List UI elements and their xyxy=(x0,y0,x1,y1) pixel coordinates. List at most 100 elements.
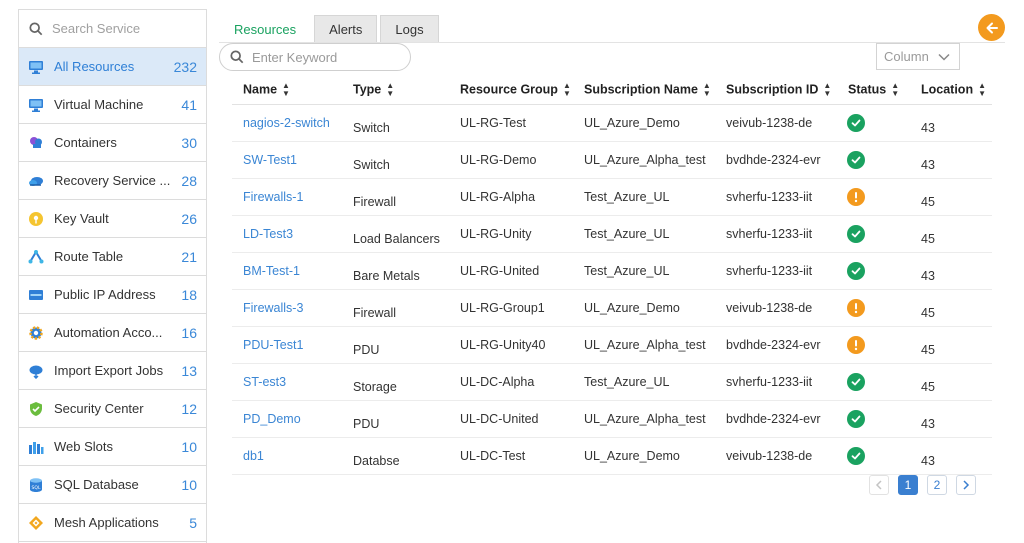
containers-cloud-icon xyxy=(28,135,44,151)
sort-icon: ▲ ▼ xyxy=(823,80,832,98)
resource-name-link[interactable]: ST-est3 xyxy=(243,375,286,389)
col-location[interactable]: Location ▲ ▼ xyxy=(910,76,992,105)
sql-database-icon: SQL xyxy=(28,477,44,493)
cell-resource-group: UL-DC-United xyxy=(449,400,573,438)
cell-status xyxy=(837,363,910,401)
back-button[interactable] xyxy=(978,14,1005,41)
resource-name-link[interactable]: BM-Test-1 xyxy=(243,264,300,278)
column-select-label: Column xyxy=(884,49,929,64)
sidebar-item-virtual-machine[interactable]: Virtual Machine 41 xyxy=(19,86,206,124)
sidebar-item-count: 30 xyxy=(181,134,197,151)
resource-name-link[interactable]: LD-Test3 xyxy=(243,227,293,241)
sort-icon: ▲ ▼ xyxy=(702,80,711,98)
sidebar-item-label: Route Table xyxy=(54,249,124,264)
prev-page-button[interactable] xyxy=(869,475,889,495)
col-status-label: Status xyxy=(848,82,887,97)
sidebar-item-mesh-applications[interactable]: Mesh Applications 5 xyxy=(19,504,206,542)
sidebar-item-label: SQL Database xyxy=(54,477,139,492)
status-warning-icon xyxy=(847,335,865,354)
resource-name-link[interactable]: nagios-2-switch xyxy=(243,116,330,130)
cell-resource-group: UL-RG-Group1 xyxy=(449,289,573,327)
resources-table: Name ▲ ▼ Type ▲ ▼ Resource Group ▲ ▼ Subscript… xyxy=(232,76,992,475)
cell-name: Firewalls-1 xyxy=(232,178,342,216)
table-row: db1 Databse UL-DC-Test UL_Azure_Demo veivub-… xyxy=(232,437,992,475)
resource-name-link[interactable]: PD_Demo xyxy=(243,412,301,426)
service-search[interactable] xyxy=(19,10,206,48)
sort-icon: ▲ ▼ xyxy=(891,80,900,98)
cell-type: Firewall xyxy=(342,289,449,327)
sidebar-item-route-table[interactable]: Route Table 21 xyxy=(19,238,206,276)
sidebar-item-label: All Resources xyxy=(54,59,135,74)
sort-icon: ▲ ▼ xyxy=(562,80,571,98)
col-type[interactable]: Type ▲ ▼ xyxy=(342,76,449,105)
resource-name-link[interactable]: SW-Test1 xyxy=(243,153,297,167)
cell-name: SW-Test1 xyxy=(232,141,342,179)
cell-type-text: Switch xyxy=(353,157,390,172)
sidebar-item-all-resources[interactable]: All Resources 232 xyxy=(19,48,206,86)
sidebar-item-count: 13 xyxy=(181,362,197,379)
cell-resource-group: UL-RG-United xyxy=(449,252,573,290)
cell-type-text: PDU xyxy=(353,342,380,357)
service-sidebar: All Resources 232 Virtual Machine 41 Contain… xyxy=(18,9,207,543)
cell-subscription-name: UL_Azure_Demo xyxy=(573,104,715,142)
service-search-input[interactable] xyxy=(52,21,192,36)
import-export-cloud-icon xyxy=(28,363,44,379)
tab-resources[interactable]: Resources xyxy=(219,15,312,42)
cell-subscription-id: veivub-1238-de xyxy=(715,289,837,327)
status-ok-icon xyxy=(847,113,865,132)
page-button-1[interactable]: 1 xyxy=(898,475,918,495)
col-subscription-name[interactable]: Subscription Name ▲ ▼ xyxy=(573,76,715,105)
cell-name: PD_Demo xyxy=(232,400,342,438)
col-status[interactable]: Status ▲ ▼ xyxy=(837,76,910,105)
cell-name: PDU-Test1 xyxy=(232,326,342,364)
sidebar-item-automation-acco[interactable]: Automation Acco... 16 xyxy=(19,314,206,352)
col-name[interactable]: Name ▲ ▼ xyxy=(232,76,342,105)
sidebar-item-count: 18 xyxy=(181,286,197,303)
cell-name: BM-Test-1 xyxy=(232,252,342,290)
next-page-button[interactable] xyxy=(956,475,976,495)
resource-name-link[interactable]: db1 xyxy=(243,449,264,463)
cell-name: db1 xyxy=(232,437,342,475)
cell-status xyxy=(837,215,910,253)
cell-location-text: 45 xyxy=(921,305,935,320)
cell-location: 43 xyxy=(910,141,992,179)
route-table-icon xyxy=(28,249,44,265)
resource-name-link[interactable]: PDU-Test1 xyxy=(243,338,303,352)
cell-location-text: 45 xyxy=(921,194,935,209)
col-subscription-id[interactable]: Subscription ID ▲ ▼ xyxy=(715,76,837,105)
sort-icon: ▲ ▼ xyxy=(282,80,290,98)
table-row: PD_Demo PDU UL-DC-United UL_Azure_Alpha_tes… xyxy=(232,400,992,438)
sidebar-item-security-center[interactable]: Security Center 12 xyxy=(19,390,206,428)
keyword-search[interactable] xyxy=(219,43,411,71)
cell-type-text: Databse xyxy=(353,453,400,468)
tab-alerts[interactable]: Alerts xyxy=(314,15,378,42)
sidebar-item-sql-database[interactable]: SQL SQL Database 10 xyxy=(19,466,206,504)
sidebar-item-recovery-service[interactable]: Recovery Service ... 28 xyxy=(19,162,206,200)
cell-type-text: Firewall xyxy=(353,305,397,320)
key-vault-icon xyxy=(28,211,44,227)
sidebar-item-key-vault[interactable]: Key Vault 26 xyxy=(19,200,206,238)
chevron-left-icon xyxy=(875,480,882,490)
cell-type: PDU xyxy=(342,326,449,364)
page-button-2[interactable]: 2 xyxy=(927,475,947,495)
mesh-diamond-icon xyxy=(28,515,44,531)
col-resource-group[interactable]: Resource Group ▲ ▼ xyxy=(449,76,573,105)
sidebar-item-containers[interactable]: Containers 30 xyxy=(19,124,206,162)
sidebar-item-public-ip-address[interactable]: Public IP Address 18 xyxy=(19,276,206,314)
cell-location-text: 43 xyxy=(921,453,935,468)
search-icon xyxy=(29,21,43,35)
column-select[interactable]: Column xyxy=(876,43,960,70)
cell-type-text: Load Balancers xyxy=(353,231,440,246)
sidebar-item-label: Public IP Address xyxy=(54,287,156,302)
monitor-icon xyxy=(28,97,44,113)
cell-resource-group: UL-RG-Test xyxy=(449,104,573,142)
cell-resource-group: UL-RG-Alpha xyxy=(449,178,573,216)
sidebar-item-web-slots[interactable]: Web Slots 10 xyxy=(19,428,206,466)
cell-subscription-id: bvdhde-2324-evr xyxy=(715,400,837,438)
sidebar-item-import-export-jobs[interactable]: Import Export Jobs 13 xyxy=(19,352,206,390)
status-ok-icon xyxy=(847,150,865,169)
resource-name-link[interactable]: Firewalls-3 xyxy=(243,301,303,315)
resource-name-link[interactable]: Firewalls-1 xyxy=(243,190,303,204)
keyword-input[interactable] xyxy=(252,49,402,65)
tab-logs[interactable]: Logs xyxy=(380,15,439,42)
